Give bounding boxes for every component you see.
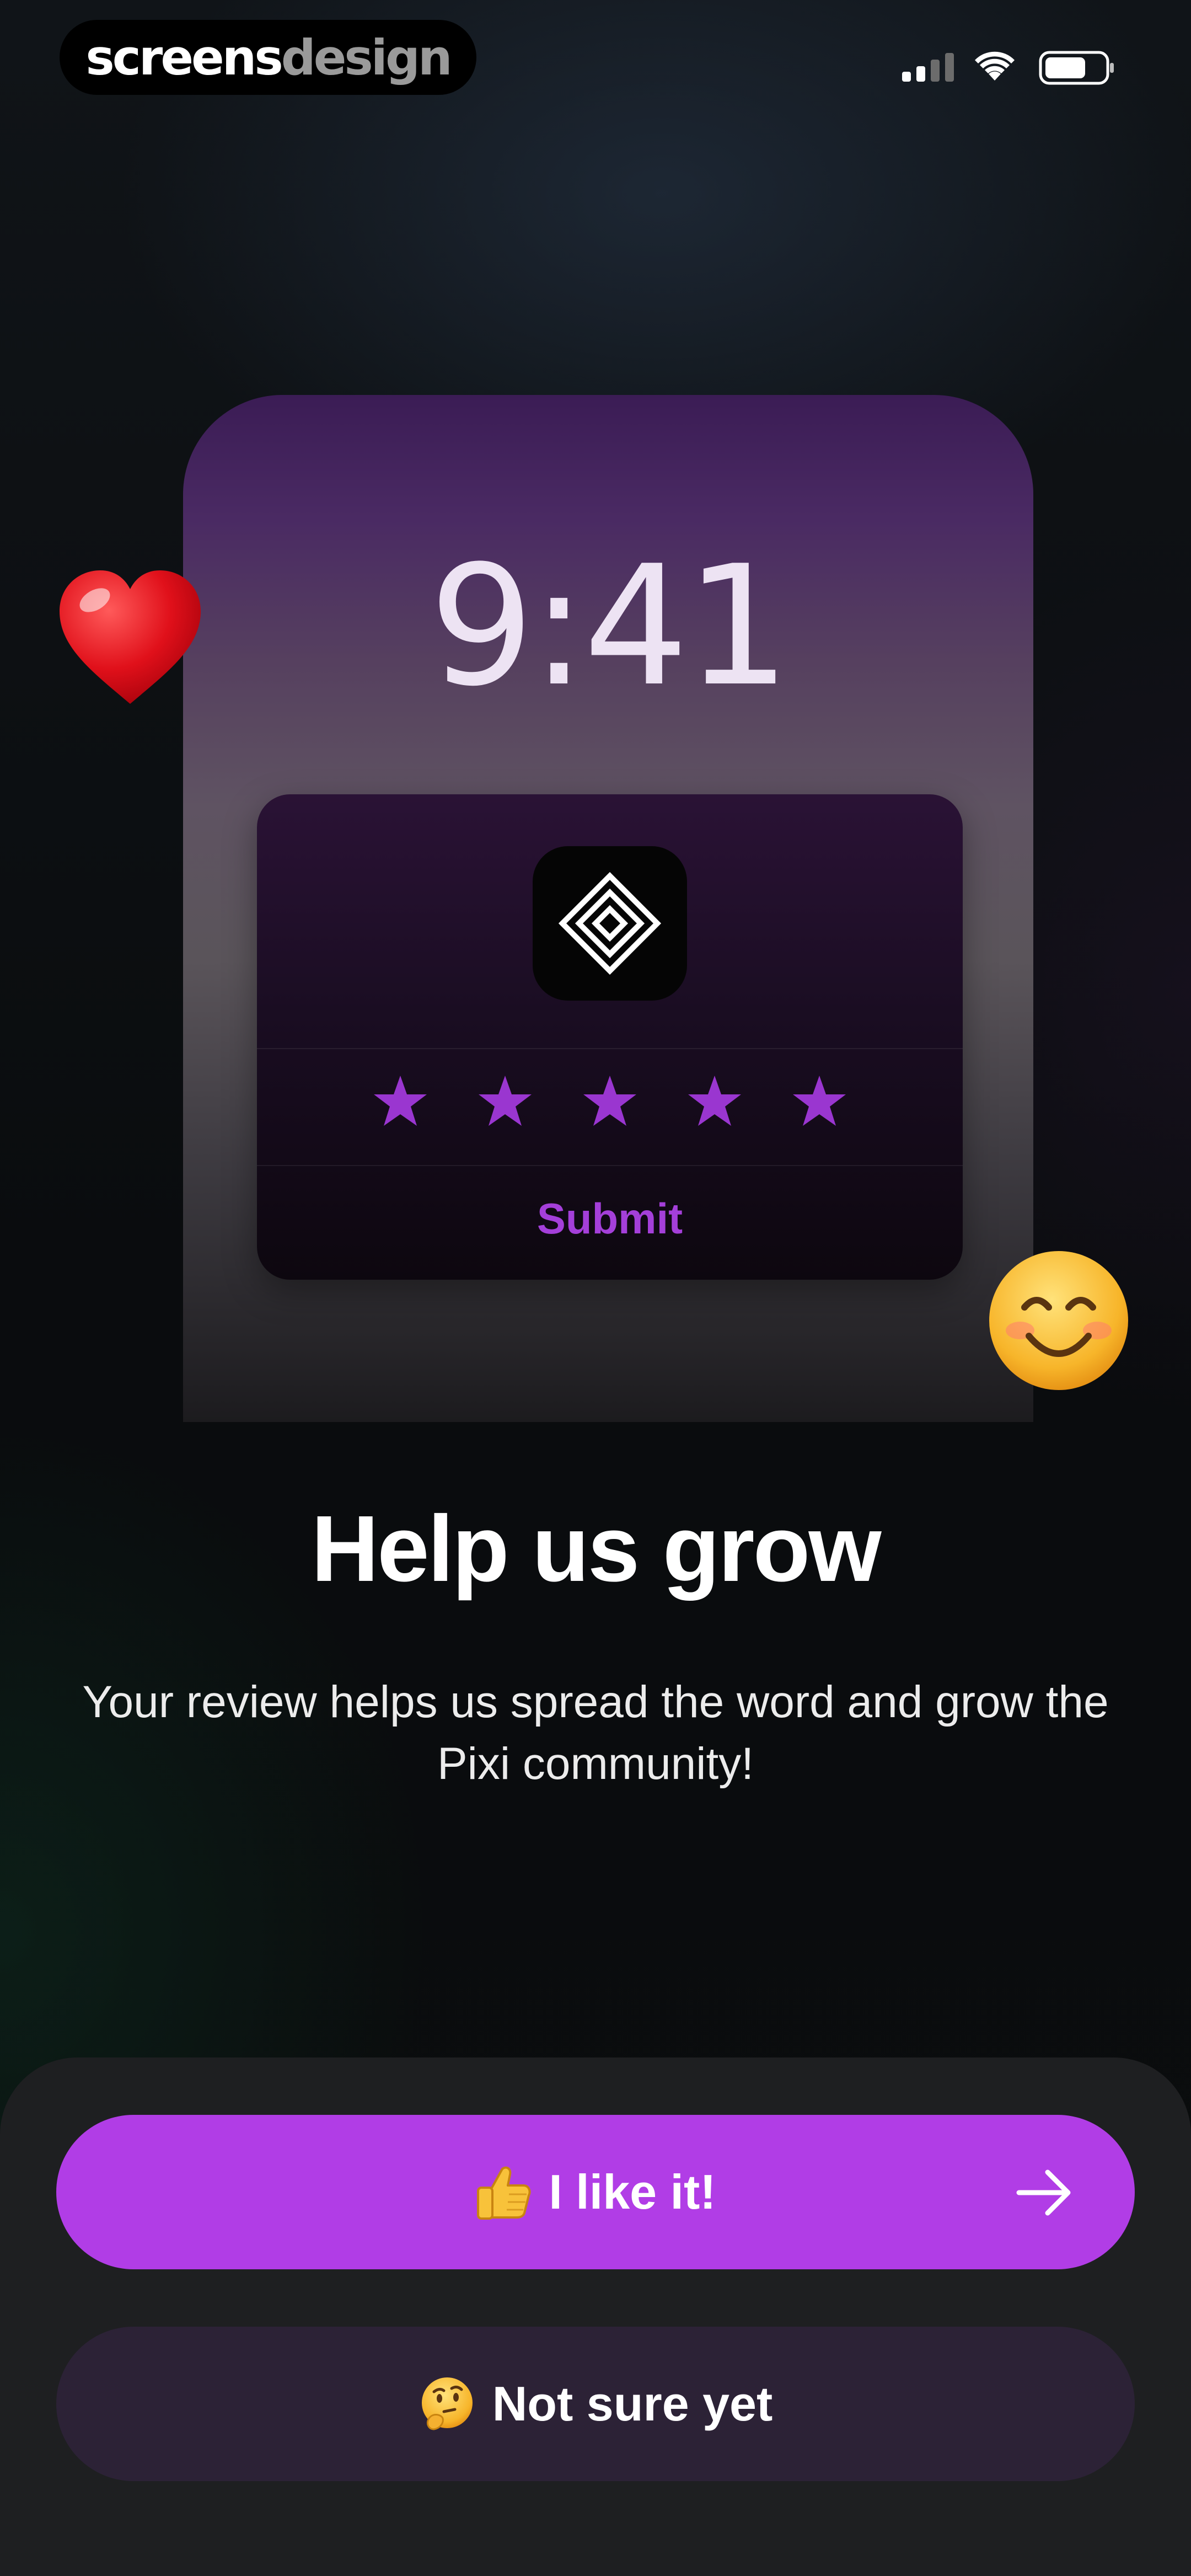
star-icon xyxy=(583,1076,636,1126)
star-rating xyxy=(257,1073,963,1129)
i-like-it-button[interactable]: I like it! xyxy=(56,2115,1135,2269)
smiling-face-emoji xyxy=(989,1251,1128,1390)
page-title: Help us grow xyxy=(311,1497,881,1601)
card-divider xyxy=(257,1165,963,1166)
card-divider xyxy=(257,1048,963,1049)
arrow-right-icon xyxy=(1016,2169,1071,2216)
page-subtitle: Your review helps us spread the word and… xyxy=(82,1677,1109,1789)
battery-icon xyxy=(1039,51,1114,85)
watermark-part-2: design xyxy=(281,29,453,86)
watermark-part-1: screens xyxy=(85,29,283,86)
status-bar xyxy=(899,44,1119,88)
not-sure-yet-label: Not sure yet xyxy=(492,2376,773,2431)
thinking-face-emoji xyxy=(419,2375,476,2433)
mockup-submit-label: Submit xyxy=(537,1194,683,1243)
rating-card: Submit xyxy=(257,794,963,1280)
i-like-it-label: I like it! xyxy=(549,2165,716,2219)
lockscreen-mockup: 9:41 Submit xyxy=(183,395,1033,1422)
star-icon xyxy=(688,1076,741,1126)
star-icon xyxy=(793,1076,846,1126)
lockscreen-time: 9:41 xyxy=(429,530,791,723)
not-sure-yet-button[interactable]: Not sure yet xyxy=(56,2327,1135,2481)
star-icon xyxy=(374,1076,427,1126)
diamond-logo-icon xyxy=(533,846,687,1001)
screensdesign-watermark: screens design xyxy=(60,20,476,95)
review-prompt-screen: screens design 9:41 Submit Help us grow … xyxy=(0,0,1191,2576)
cellular-signal-icon xyxy=(902,44,957,88)
red-heart-emoji xyxy=(60,570,201,704)
star-icon xyxy=(479,1076,532,1126)
thumbs-up-emoji xyxy=(475,2163,532,2221)
wifi-icon xyxy=(975,51,1015,81)
